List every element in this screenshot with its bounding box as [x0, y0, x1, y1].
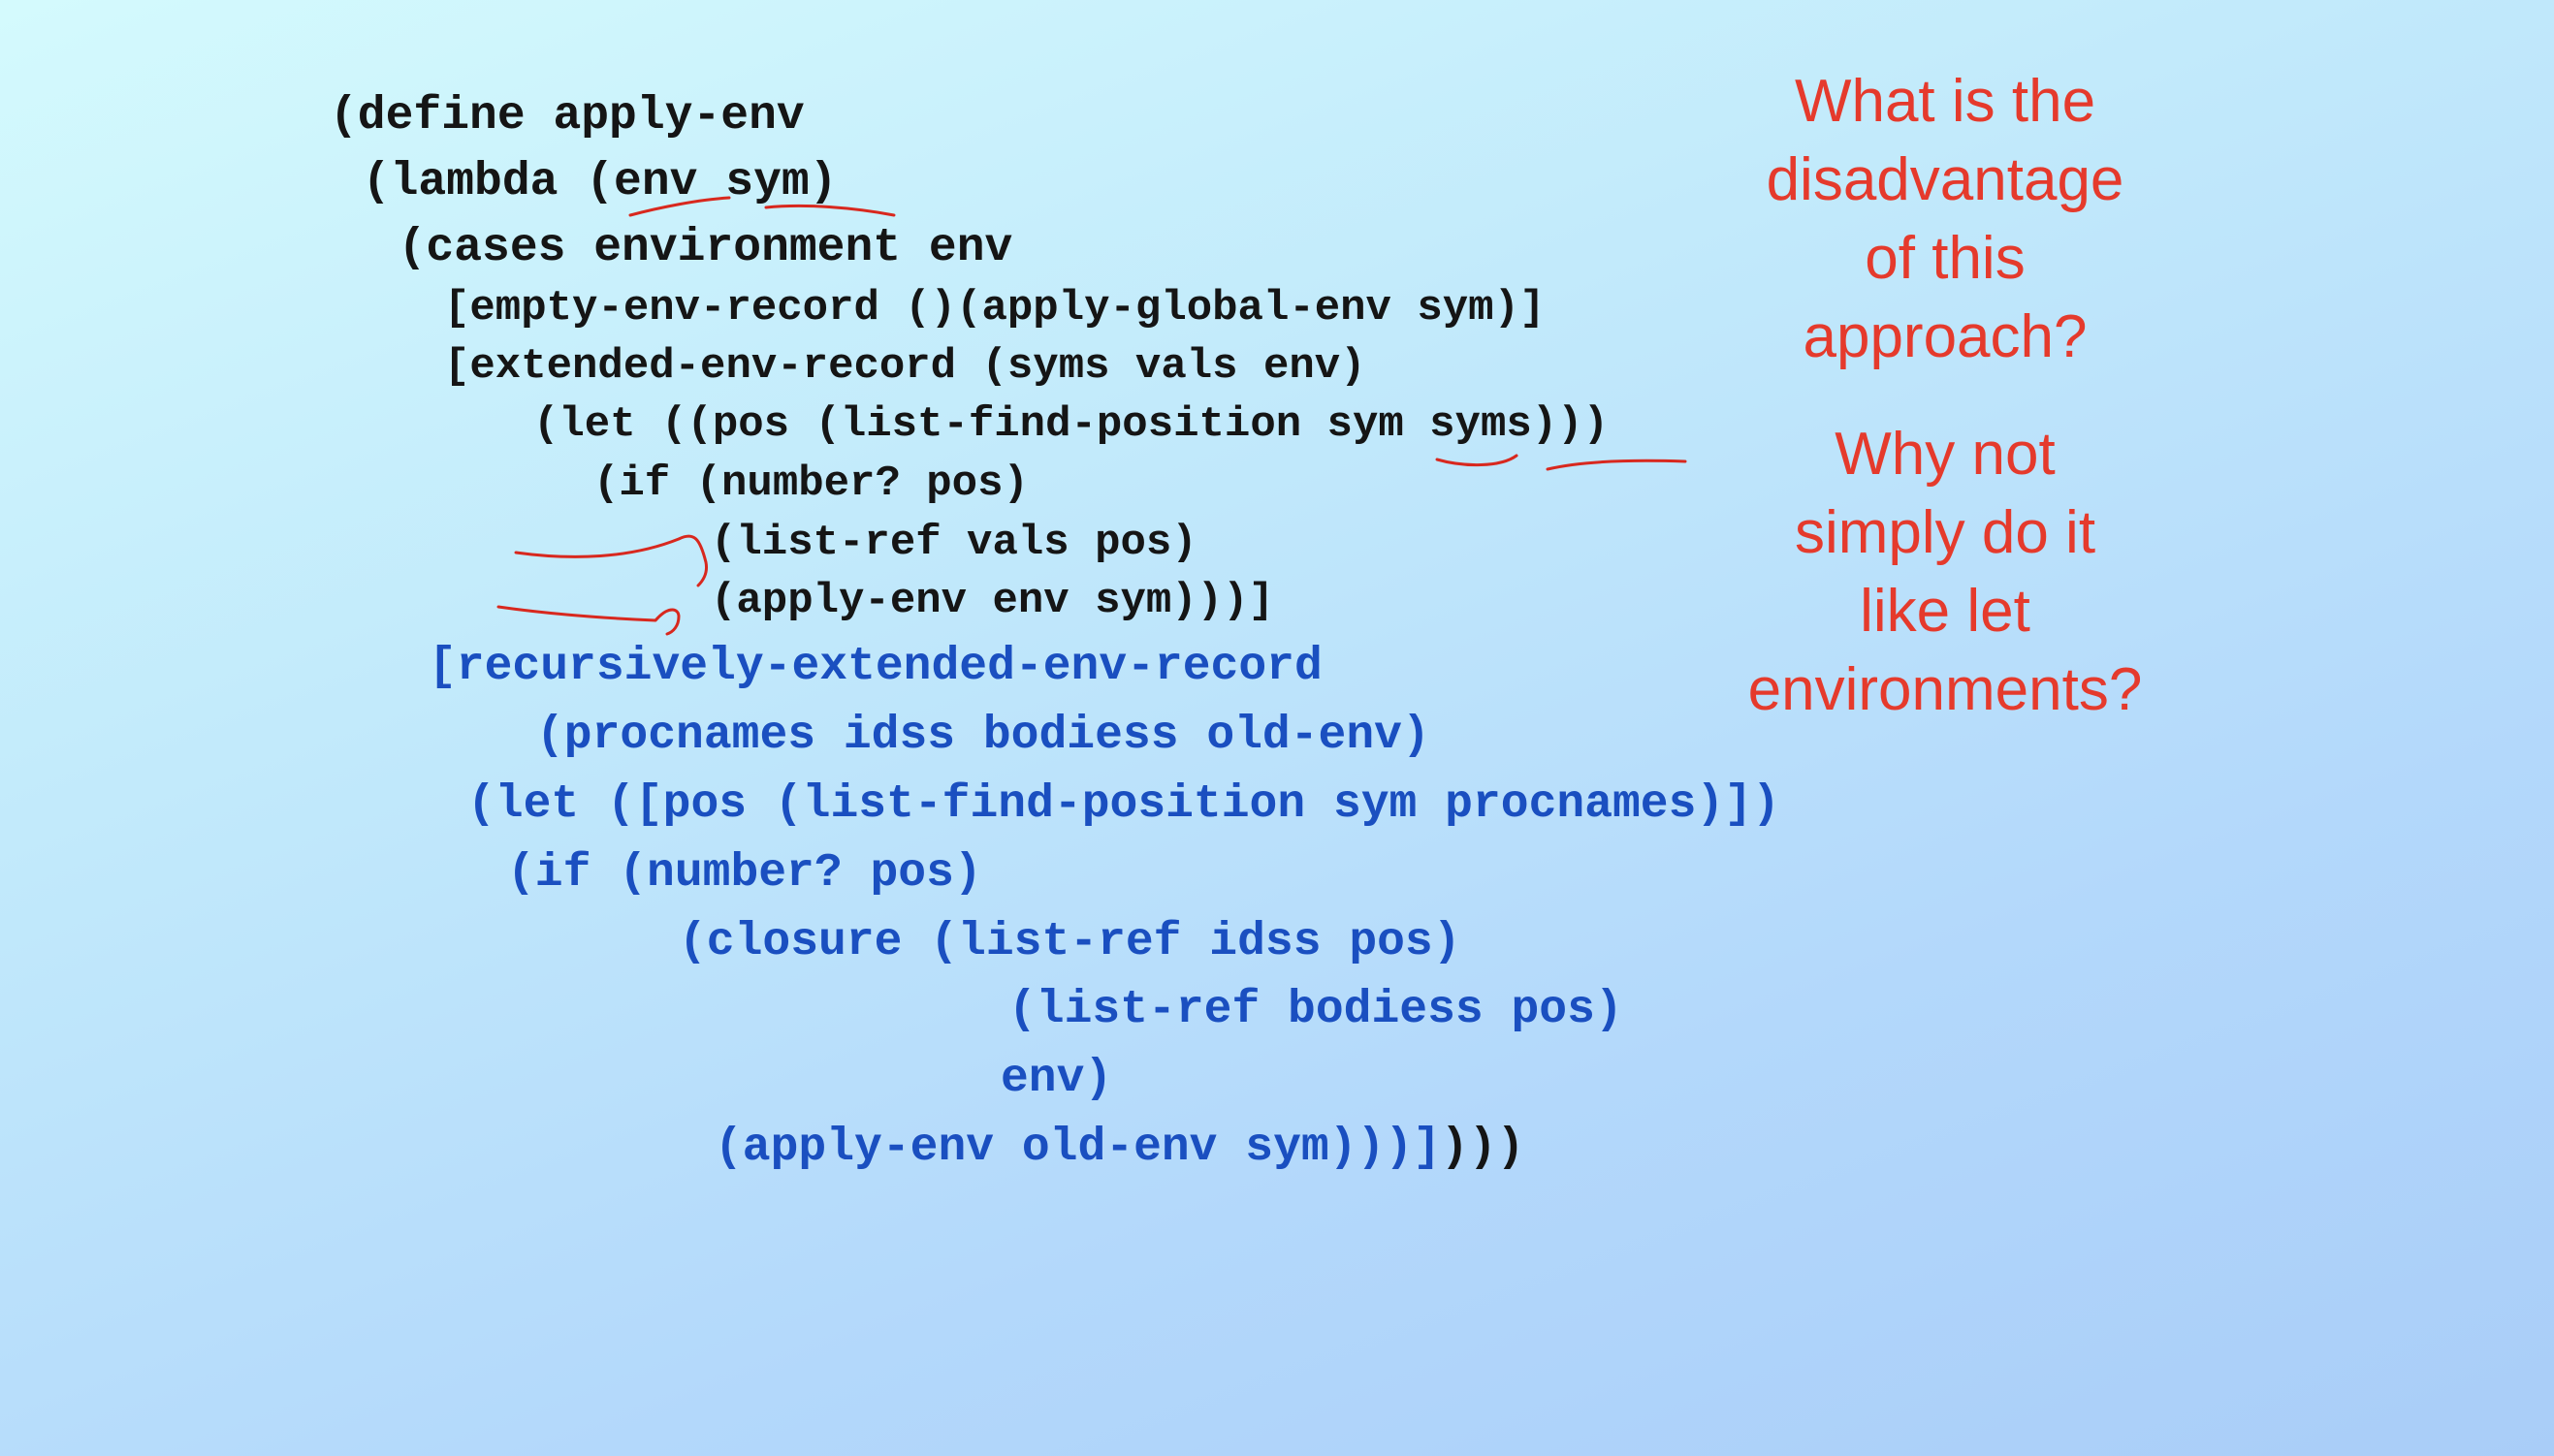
code-line-apply-env-old-env: (apply-env old-env sym)))]))): [715, 1124, 1524, 1171]
code-line-cases: (cases environment env: [342, 222, 1013, 274]
code-line-closure: (closure (list-ref idss pos): [679, 916, 1461, 968]
underline-sym-let: [1435, 454, 1518, 467]
code-line-recursively-extended: [recursively-extended-env-record: [429, 641, 1323, 693]
underline-syms: [1546, 459, 1687, 471]
code-line-if-number-blue: (if (number? pos): [507, 847, 982, 900]
code-line-lambda: (lambda (env sym): [335, 156, 838, 208]
arrow-stroke-2: [496, 605, 681, 636]
code-line-define: (define apply-env: [330, 90, 805, 142]
code-line-let-pos: (let ((pos (list-find-position sym syms)…: [533, 400, 1609, 449]
code-line-env: env): [1001, 1053, 1113, 1105]
code-line-procnames: (procnames idss bodiess old-env): [536, 710, 1430, 762]
slide: (define apply-env (lambda (env sym) (cas…: [0, 0, 2554, 1456]
question-why-not-let: Why not simply do it like let environmen…: [1747, 421, 2143, 723]
code-line-extended-env-record: [extended-env-record (syms vals env): [444, 342, 1366, 391]
code-line-apply-env-env: (apply-env env sym)))]: [711, 577, 1274, 625]
code-apply-env-old-env-blue: (apply-env old-env sym)))]: [715, 1122, 1441, 1174]
question-disadvantage: What is the disadvantage of this approac…: [1766, 68, 2124, 370]
code-line-list-ref-bodiess: (list-ref bodiess pos): [1008, 984, 1623, 1036]
code-closing-parens: ))): [1440, 1122, 1525, 1174]
arrow-stroke-1: [514, 534, 708, 587]
code-line-empty-env-record: [empty-env-record ()(apply-global-env sy…: [444, 284, 1546, 332]
code-line-if-number: (if (number? pos): [593, 459, 1029, 508]
code-line-list-ref-vals: (list-ref vals pos): [711, 519, 1197, 567]
code-line-let-procnames: (let ([pos (list-find-position sym procn…: [467, 778, 1780, 831]
